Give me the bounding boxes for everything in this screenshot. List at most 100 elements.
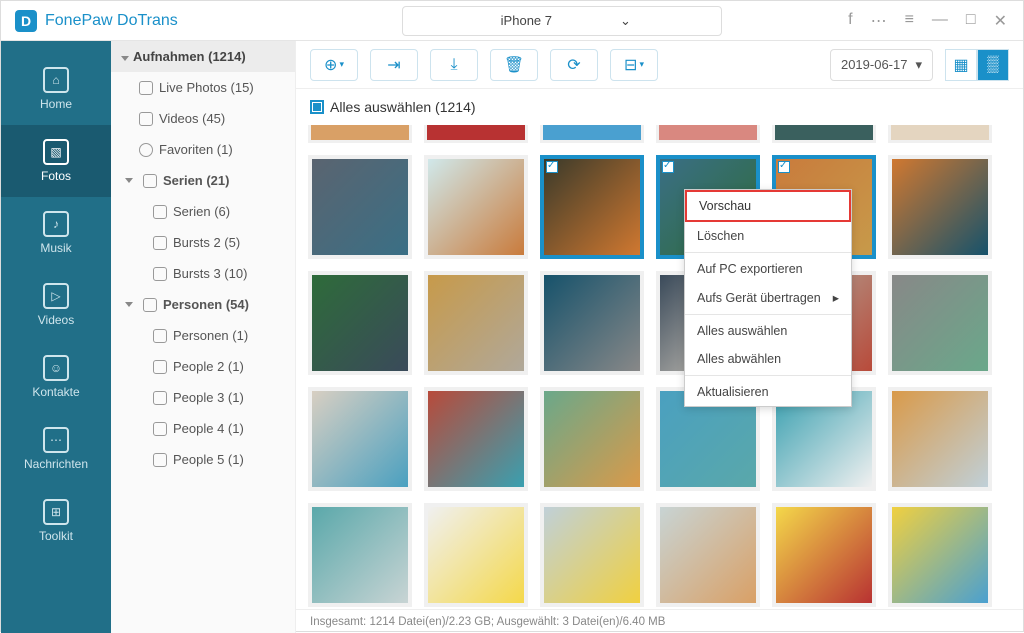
thumb-checkbox[interactable] bbox=[778, 161, 790, 173]
album-tree: Aufnahmen (1214) Live Photos (15) Videos… bbox=[111, 41, 296, 633]
feedback-icon[interactable]: ⋯ bbox=[871, 11, 887, 31]
photo-thumb[interactable] bbox=[888, 155, 992, 259]
chevron-down-icon: ⌄ bbox=[620, 13, 631, 29]
photo-thumb[interactable] bbox=[656, 503, 760, 607]
photo-thumb-partial[interactable] bbox=[888, 125, 992, 143]
tree-people-2[interactable]: People 2 (1) bbox=[111, 351, 295, 382]
nav-fotos[interactable]: ▧Fotos bbox=[1, 125, 111, 197]
divider bbox=[685, 252, 851, 253]
toolbar: ⊕▾ ⇥ ⤓ 🗑 ⟳ ⊟▾ 2019-06-17▾ ▦ ▒ bbox=[296, 41, 1023, 89]
people-icon bbox=[143, 298, 157, 312]
thumb-checkbox[interactable] bbox=[546, 161, 558, 173]
export-to-pc-button[interactable]: ⤓ bbox=[430, 49, 478, 81]
photo-thumb[interactable] bbox=[540, 387, 644, 491]
ctx-aktualisieren[interactable]: Aktualisieren bbox=[685, 378, 851, 406]
menu-icon[interactable]: ≡ bbox=[905, 11, 914, 31]
photo-thumb[interactable] bbox=[308, 271, 412, 375]
ctx-aufs-geraet[interactable]: Aufs Gerät übertragen▸ bbox=[685, 283, 851, 312]
device-selector[interactable]: iPhone 7 ⌄ bbox=[402, 6, 722, 36]
plus-icon: ⊕ bbox=[324, 55, 337, 75]
view-small-grid[interactable]: ▒ bbox=[977, 49, 1009, 81]
video-folder-icon bbox=[139, 112, 153, 126]
photo-thumb[interactable] bbox=[424, 271, 528, 375]
nav-nachrichten[interactable]: ⋯Nachrichten bbox=[1, 413, 111, 485]
tree-header-personen[interactable]: Personen (54) bbox=[111, 289, 295, 320]
export-to-device-button[interactable]: ⇥ bbox=[370, 49, 418, 81]
minimize-icon[interactable]: — bbox=[932, 11, 948, 31]
photo-thumb[interactable] bbox=[424, 155, 528, 259]
photo-thumb-partial[interactable] bbox=[772, 125, 876, 143]
videos-icon: ▷ bbox=[43, 283, 69, 309]
toolbox-button[interactable]: ⊟▾ bbox=[610, 49, 658, 81]
photo-grid bbox=[308, 155, 1011, 607]
view-large-grid[interactable]: ▦ bbox=[945, 49, 977, 81]
tree-header-aufnahmen[interactable]: Aufnahmen (1214) bbox=[111, 41, 295, 72]
tree-serien[interactable]: Serien (6) bbox=[111, 196, 295, 227]
ctx-vorschau[interactable]: Vorschau bbox=[685, 190, 851, 222]
photo-thumb[interactable] bbox=[308, 155, 412, 259]
photo-thumb[interactable] bbox=[308, 503, 412, 607]
photo-thumb-partial[interactable] bbox=[540, 125, 644, 143]
nav-home[interactable]: ⌂Home bbox=[1, 53, 111, 125]
maximize-icon[interactable]: □ bbox=[966, 11, 976, 31]
app-title: FonePaw DoTrans bbox=[45, 12, 178, 30]
tree-people-4[interactable]: People 4 (1) bbox=[111, 413, 295, 444]
tree-header-serien[interactable]: Serien (21) bbox=[111, 165, 295, 196]
photo-thumb[interactable] bbox=[888, 387, 992, 491]
trash-icon: 🗑 bbox=[504, 55, 524, 75]
person-icon bbox=[153, 360, 167, 374]
album-icon bbox=[153, 205, 167, 219]
nav-videos[interactable]: ▷Videos bbox=[1, 269, 111, 341]
tree-live-photos[interactable]: Live Photos (15) bbox=[111, 72, 295, 103]
album-icon bbox=[153, 267, 167, 281]
thumb-checkbox[interactable] bbox=[662, 161, 674, 173]
status-bar: Insgesamt: 1214 Datei(en)/2.23 GB; Ausge… bbox=[296, 609, 1023, 633]
nav-toolkit[interactable]: ⊞Toolkit bbox=[1, 485, 111, 557]
photo-thumb[interactable] bbox=[540, 271, 644, 375]
tree-people-5[interactable]: People 5 (1) bbox=[111, 444, 295, 475]
close-icon[interactable]: ✕ bbox=[994, 11, 1007, 31]
app-logo: D FonePaw DoTrans bbox=[1, 10, 192, 32]
to-pc-icon: ⤓ bbox=[450, 56, 457, 74]
context-menu: Vorschau Löschen Auf PC exportieren Aufs… bbox=[684, 189, 852, 407]
to-device-icon: ⇥ bbox=[387, 55, 400, 75]
photo-thumb-partial[interactable] bbox=[308, 125, 412, 143]
photo-thumb[interactable] bbox=[424, 387, 528, 491]
select-all-label: Alles auswählen (1214) bbox=[330, 99, 476, 115]
tree-personen[interactable]: Personen (1) bbox=[111, 320, 295, 351]
photo-thumb[interactable] bbox=[424, 503, 528, 607]
date-filter[interactable]: 2019-06-17▾ bbox=[830, 49, 933, 81]
tree-bursts-3[interactable]: Bursts 3 (10) bbox=[111, 258, 295, 289]
divider bbox=[685, 375, 851, 376]
ctx-loeschen[interactable]: Löschen bbox=[685, 222, 851, 250]
logo-icon: D bbox=[15, 10, 37, 32]
photo-thumb[interactable] bbox=[772, 503, 876, 607]
photo-thumb[interactable] bbox=[888, 271, 992, 375]
photo-thumb-partial[interactable] bbox=[424, 125, 528, 143]
add-button[interactable]: ⊕▾ bbox=[310, 49, 358, 81]
photo-thumb[interactable] bbox=[540, 503, 644, 607]
delete-button[interactable]: 🗑 bbox=[490, 49, 538, 81]
ctx-export-pc[interactable]: Auf PC exportieren bbox=[685, 255, 851, 283]
select-all-checkbox[interactable] bbox=[310, 100, 324, 114]
photo-thumb[interactable] bbox=[308, 387, 412, 491]
photo-thumb-partial[interactable] bbox=[656, 125, 760, 143]
nav-kontakte[interactable]: ☺Kontakte bbox=[1, 341, 111, 413]
photo-thumb[interactable] bbox=[540, 155, 644, 259]
photo-grid-partial bbox=[308, 125, 1011, 143]
facebook-icon[interactable]: f bbox=[848, 11, 852, 31]
photos-icon: ▧ bbox=[43, 139, 69, 165]
refresh-button[interactable]: ⟳ bbox=[550, 49, 598, 81]
messages-icon: ⋯ bbox=[43, 427, 69, 453]
series-icon bbox=[143, 174, 157, 188]
ctx-alles-abwaehlen[interactable]: Alles abwählen bbox=[685, 345, 851, 373]
tree-videos[interactable]: Videos (45) bbox=[111, 103, 295, 134]
photo-thumb[interactable] bbox=[888, 503, 992, 607]
tree-bursts-2[interactable]: Bursts 2 (5) bbox=[111, 227, 295, 258]
ctx-alles-auswaehlen[interactable]: Alles auswählen bbox=[685, 317, 851, 345]
tree-people-3[interactable]: People 3 (1) bbox=[111, 382, 295, 413]
submenu-arrow-icon: ▸ bbox=[833, 290, 839, 305]
tree-favoriten[interactable]: Favoriten (1) bbox=[111, 134, 295, 165]
select-all-row[interactable]: Alles auswählen (1214) bbox=[296, 89, 1023, 125]
nav-musik[interactable]: ♪Musik bbox=[1, 197, 111, 269]
